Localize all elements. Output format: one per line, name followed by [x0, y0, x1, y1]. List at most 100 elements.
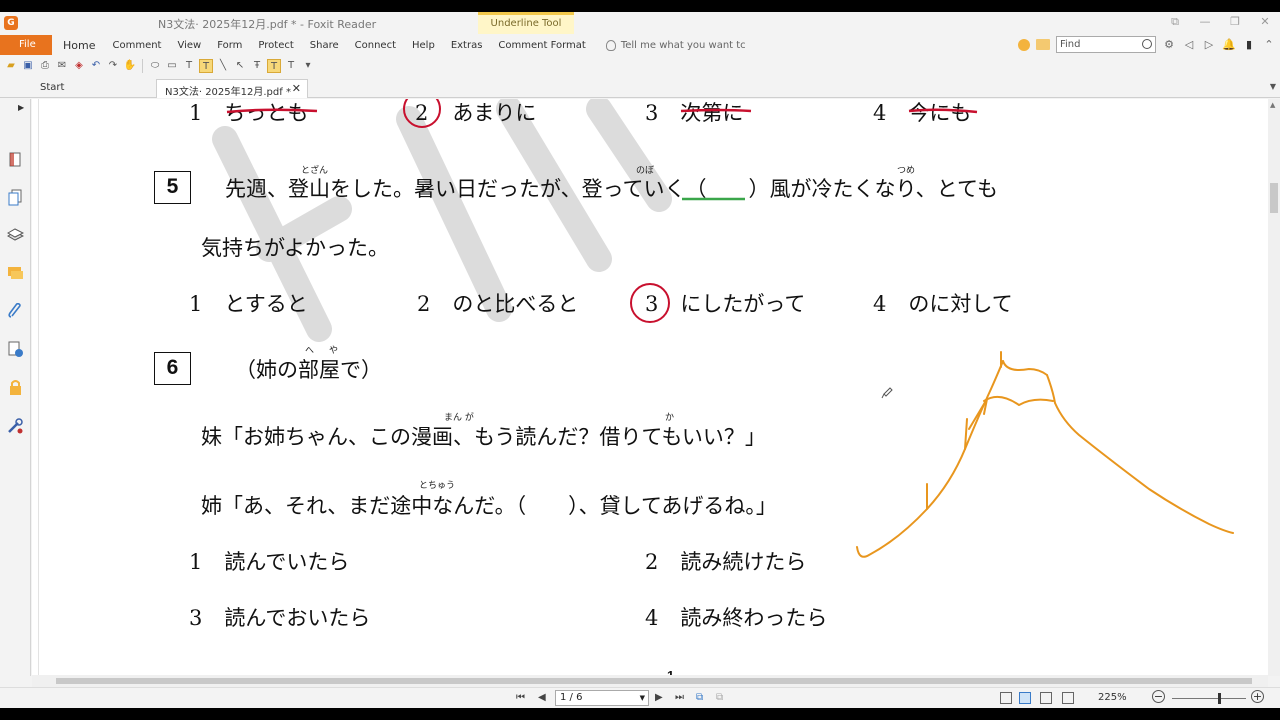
q6-option-2-num: 2	[645, 550, 659, 574]
status-bar: ⏮ ◀ 1 / 6 ▼ ▶ ⏭ ⧉ ⧉ 225% − +	[0, 687, 1280, 708]
previous-page-icon[interactable]: ◀	[538, 692, 546, 703]
menu-comment-format[interactable]: Comment Format	[490, 40, 593, 51]
signature-panel-icon[interactable]	[7, 341, 24, 358]
question-6-setting: （姉の部屋で）	[235, 358, 382, 382]
expand-panel-icon[interactable]: ▶	[18, 103, 24, 112]
q5-option-3-text: にしたがって	[680, 292, 806, 316]
zoom-out-icon[interactable]: −	[1152, 690, 1165, 703]
page-dropdown-icon[interactable]: ▼	[640, 691, 645, 705]
window-title: N3文法· 2025年12月.pdf * - Foxit Reader	[158, 18, 377, 31]
q5-option-4: 4 のに対して	[873, 288, 1013, 318]
page-number-field[interactable]: 1 / 6 ▼	[555, 690, 649, 706]
highlight-text-icon[interactable]: T	[199, 59, 213, 73]
tabs-dropdown-icon[interactable]: ▼	[1270, 82, 1276, 91]
rectangle-tool-icon[interactable]: ▭	[165, 59, 179, 73]
first-page-icon[interactable]: ⏮	[516, 692, 525, 703]
horizontal-scroll-thumb[interactable]	[56, 678, 1252, 684]
stamp-icon[interactable]: ◈	[72, 59, 86, 73]
tab-start[interactable]: Start	[32, 79, 152, 98]
zoom-level[interactable]: 225%	[1098, 692, 1127, 703]
print-icon[interactable]: ⎙	[38, 59, 52, 73]
email-icon[interactable]: ✉	[55, 59, 69, 73]
q4-option-3-text: 次第に	[680, 101, 744, 125]
q4-option-2: 2 あまりに	[415, 99, 536, 127]
restore-layout-icon[interactable]: ⧉	[1168, 15, 1182, 29]
attachment-icon[interactable]	[7, 303, 24, 320]
bell-icon[interactable]: 🔔	[1222, 38, 1236, 52]
menu-comment[interactable]: Comment	[104, 40, 169, 51]
app-logo-icon: G	[4, 16, 18, 30]
scroll-up-icon[interactable]: ▲	[1270, 101, 1275, 109]
single-page-view-icon[interactable]	[1000, 692, 1012, 704]
menu-help[interactable]: Help	[404, 40, 443, 51]
zoom-slider-track[interactable]	[1172, 698, 1246, 699]
arrow-tool-icon[interactable]: ↖	[233, 59, 247, 73]
continuous-view-icon[interactable]	[1019, 692, 1031, 704]
collapse-ribbon-icon[interactable]: ⌃	[1262, 38, 1276, 52]
find-input[interactable]: Find	[1056, 36, 1156, 53]
page-thumbnails-icon[interactable]	[7, 151, 24, 168]
q6-option-4-text: 読み終わったら	[680, 606, 828, 630]
q4-option-4-text: 今にも	[908, 101, 972, 125]
customize-toolbar-icon[interactable]: ▾	[301, 59, 315, 73]
insert-text-icon[interactable]: Ŧ	[250, 59, 264, 73]
menu-home[interactable]: Home	[52, 39, 104, 52]
next-view-icon[interactable]: ⧉	[716, 692, 723, 703]
back-arrow-icon[interactable]: ◁	[1182, 38, 1196, 52]
document-view[interactable]: 1 ちっとも 2 あまりに 3 次第に 4 今にも 5 とざん のぼ つめ 先週、登山を…	[32, 99, 1268, 676]
redo-icon[interactable]: ↷	[106, 59, 120, 73]
tab-document[interactable]: N3文法· 2025年12月.pdf * ✕	[156, 79, 308, 98]
previous-view-icon[interactable]: ⧉	[696, 692, 703, 703]
tools-icon[interactable]	[7, 417, 24, 434]
save-icon[interactable]: ▣	[21, 59, 35, 73]
close-window-icon[interactable]: ✕	[1258, 15, 1272, 29]
pages-icon[interactable]	[7, 189, 24, 206]
menu-connect[interactable]: Connect	[347, 40, 404, 51]
minimize-icon[interactable]: —	[1198, 15, 1212, 29]
underline-text-icon[interactable]: T	[267, 59, 281, 73]
facing-view-icon[interactable]	[1040, 692, 1052, 704]
open-icon[interactable]: ▰	[4, 59, 18, 73]
layers-icon[interactable]	[7, 227, 24, 244]
menu-view[interactable]: View	[169, 40, 209, 51]
line-tool-icon[interactable]: ╲	[216, 59, 230, 73]
file-menu[interactable]: File	[0, 35, 52, 55]
bookmark-icon[interactable]: ▮	[1242, 38, 1256, 52]
zoom-slider-knob[interactable]	[1218, 693, 1221, 704]
q5-option-4-num: 4	[873, 292, 887, 316]
next-page-icon[interactable]: ▶	[655, 692, 663, 703]
navigation-sidebar: ▶	[0, 99, 31, 676]
underline-tool-context-tab[interactable]: Underline Tool	[478, 12, 574, 34]
question-5-number: 5	[154, 171, 191, 204]
menu-extras[interactable]: Extras	[443, 40, 491, 51]
strikeout-text-icon[interactable]: T	[284, 59, 298, 73]
oval-tool-icon[interactable]: ⬭	[148, 59, 162, 73]
q6-option-1-num: 1	[189, 550, 203, 574]
last-page-icon[interactable]: ⏭	[675, 692, 684, 703]
comments-icon[interactable]	[7, 265, 24, 282]
menu-protect[interactable]: Protect	[250, 40, 301, 51]
lock-icon[interactable]	[7, 379, 24, 396]
gear-icon[interactable]: ⚙	[1162, 38, 1176, 52]
continuous-facing-view-icon[interactable]	[1062, 692, 1074, 704]
tell-me-search[interactable]: Tell me what you want tc	[605, 39, 746, 51]
coin-icon[interactable]	[1018, 38, 1030, 51]
search-icon[interactable]	[1142, 39, 1152, 49]
typewriter-icon[interactable]: T	[182, 59, 196, 73]
q6-option-4-num: 4	[645, 606, 659, 630]
menu-share[interactable]: Share	[302, 40, 347, 51]
vertical-scrollbar[interactable]: ▲	[1268, 99, 1280, 676]
close-tab-icon[interactable]: ✕	[292, 82, 301, 95]
maximize-icon[interactable]: ❐	[1228, 15, 1242, 29]
zoom-in-icon[interactable]: +	[1251, 690, 1264, 703]
page-indicator-text: 1 / 6	[560, 692, 583, 703]
hand-tool-icon[interactable]: ✋	[123, 59, 137, 73]
undo-icon[interactable]: ↶	[89, 59, 103, 73]
horizontal-scrollbar[interactable]	[32, 675, 1268, 687]
vertical-scroll-thumb[interactable]	[1270, 183, 1278, 213]
q5-option-3: 3 にしたがって	[645, 288, 805, 318]
menu-form[interactable]: Form	[209, 40, 250, 51]
forward-arrow-icon[interactable]: ▷	[1202, 38, 1216, 52]
folder-search-icon[interactable]	[1036, 39, 1050, 50]
toolbar-divider	[142, 59, 143, 73]
